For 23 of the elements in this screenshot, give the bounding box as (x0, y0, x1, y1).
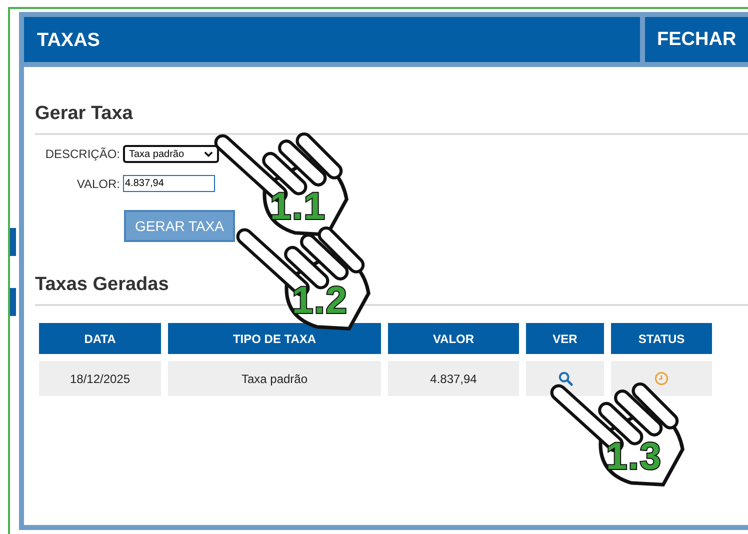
table-cell: Taxa padrão (168, 361, 381, 396)
pointing-hand-icon (236, 226, 370, 330)
input-field[interactable]: 4.837,94 (123, 175, 215, 192)
field-label: DESCRIÇÃO: (44, 147, 121, 161)
column-header: VALOR (388, 323, 519, 354)
background-panel (10, 288, 16, 316)
step-label: 1.3 (606, 436, 662, 479)
chevron-icon (204, 151, 213, 157)
search-icon[interactable] (558, 371, 572, 386)
section-title: Gerar Taxa (35, 103, 748, 135)
table-cell: 4.837,94 (388, 361, 519, 396)
table-cell: 18/12/2025 (39, 361, 161, 396)
clock-icon (654, 371, 669, 386)
pointing-hand-icon (550, 382, 684, 486)
column-header: VER (526, 323, 604, 354)
field-label: VALOR: (76, 176, 121, 190)
column-header: DATA (39, 323, 161, 354)
dropdown[interactable]: Taxa padrão (123, 145, 219, 163)
column-header: STATUS (611, 323, 712, 354)
background-panel (10, 228, 16, 256)
column-header: TIPO DE TAXA (168, 323, 381, 354)
step-label: 1.1 (270, 186, 326, 229)
step-label: 1.2 (292, 280, 348, 323)
